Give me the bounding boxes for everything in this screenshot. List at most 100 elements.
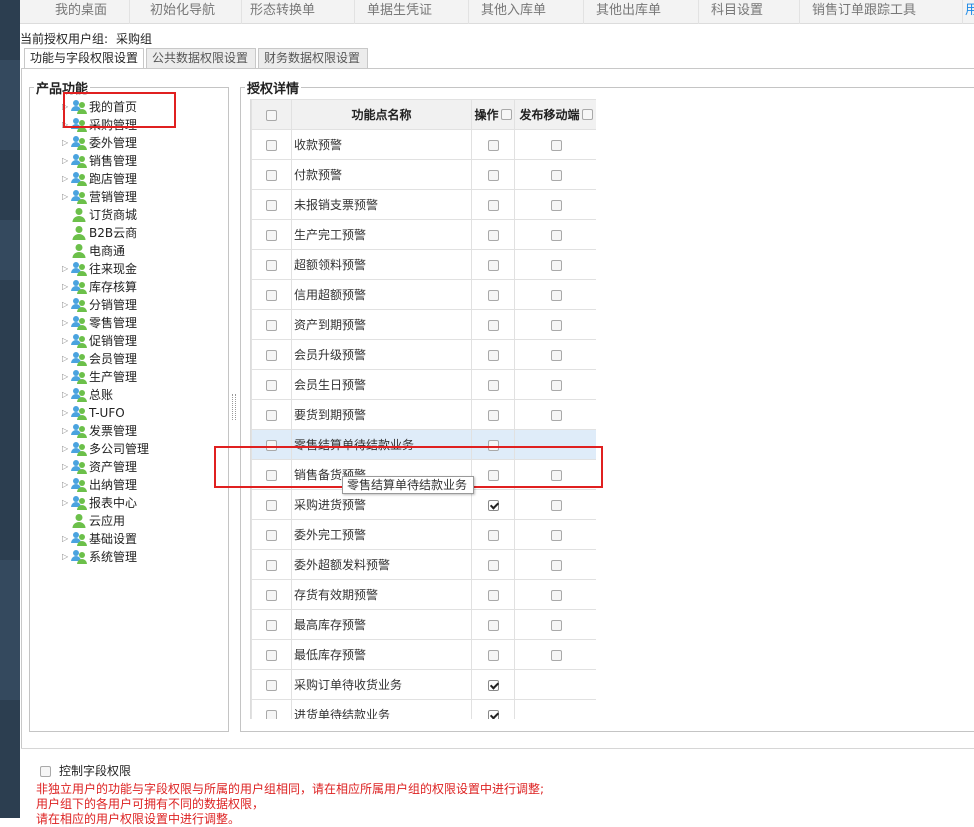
mobile-checkbox[interactable] — [550, 589, 562, 601]
permission-row[interactable]: 要货到期预警 — [251, 399, 596, 430]
op-checkbox[interactable] — [487, 379, 499, 391]
expand-arrow-icon[interactable]: ▷ — [62, 134, 68, 152]
row-select-checkbox[interactable] — [266, 229, 277, 241]
expand-arrow-icon[interactable]: ▷ — [62, 476, 68, 494]
permission-row[interactable]: 采购订单待收货业务 — [251, 669, 596, 700]
expand-arrow-icon[interactable]: ▷ — [62, 152, 68, 170]
expand-arrow-icon[interactable]: ▷ — [62, 368, 68, 386]
row-select-checkbox[interactable] — [266, 559, 277, 571]
op-checkbox[interactable] — [487, 289, 499, 301]
mobile-checkbox[interactable] — [550, 349, 562, 361]
mobile-all-checkbox[interactable] — [581, 109, 593, 120]
permission-row[interactable]: 会员生日预警 — [251, 369, 596, 400]
top-tab[interactable]: 其他入库单 — [469, 0, 584, 24]
expand-arrow-icon[interactable]: ▷ — [62, 386, 68, 404]
expand-arrow-icon[interactable]: ▷ — [62, 440, 68, 458]
mobile-checkbox[interactable] — [550, 259, 562, 271]
expand-arrow-icon[interactable]: ▷ — [62, 548, 68, 566]
row-select-checkbox[interactable] — [266, 319, 277, 331]
permission-row[interactable]: 收款预警 — [251, 129, 596, 160]
row-select-checkbox[interactable] — [266, 499, 277, 511]
mobile-checkbox[interactable] — [550, 229, 562, 241]
permission-row[interactable]: 生产完工预警 — [251, 219, 596, 250]
op-checkbox[interactable] — [487, 619, 499, 631]
control-field-checkbox[interactable] — [40, 766, 51, 777]
row-select-checkbox[interactable] — [266, 649, 277, 661]
top-tab[interactable]: 形态转换单 — [242, 0, 355, 24]
row-select-checkbox[interactable] — [266, 529, 277, 541]
op-all-checkbox[interactable] — [500, 109, 512, 120]
expand-arrow-icon[interactable]: ▷ — [62, 296, 68, 314]
top-tab[interactable]: 单据生凭证 — [355, 0, 469, 24]
mobile-checkbox[interactable] — [550, 199, 562, 211]
expand-arrow-icon[interactable]: ▷ — [62, 278, 68, 296]
op-checkbox[interactable] — [487, 709, 499, 719]
mobile-checkbox[interactable] — [550, 409, 562, 421]
op-checkbox[interactable] — [487, 499, 499, 511]
top-tab[interactable]: 初始化导航 — [130, 0, 242, 24]
permission-row[interactable]: 最高库存预警 — [251, 609, 596, 640]
expand-arrow-icon[interactable]: ▷ — [62, 530, 68, 548]
mobile-checkbox[interactable] — [550, 559, 562, 571]
permission-row[interactable]: 付款预警 — [251, 159, 596, 190]
permission-row[interactable]: 信用超额预警 — [251, 279, 596, 310]
select-all-checkbox[interactable] — [266, 109, 277, 121]
row-select-checkbox[interactable] — [266, 589, 277, 601]
control-field-permission[interactable]: 控制字段权限 — [40, 763, 131, 779]
row-select-checkbox[interactable] — [266, 199, 277, 211]
permission-row[interactable]: 存货有效期预警 — [251, 579, 596, 610]
row-select-checkbox[interactable] — [266, 619, 277, 631]
row-select-checkbox[interactable] — [266, 349, 277, 361]
row-select-checkbox[interactable] — [266, 709, 277, 719]
expand-arrow-icon[interactable]: ▷ — [62, 494, 68, 512]
op-checkbox[interactable] — [487, 319, 499, 331]
mobile-checkbox[interactable] — [550, 289, 562, 301]
expand-arrow-icon[interactable]: ▷ — [62, 422, 68, 440]
mobile-checkbox[interactable] — [550, 139, 562, 151]
expand-arrow-icon[interactable]: ▷ — [62, 404, 68, 422]
permission-row[interactable]: 资产到期预警 — [251, 309, 596, 340]
op-checkbox[interactable] — [487, 229, 499, 241]
permission-row[interactable]: 委外完工预警 — [251, 519, 596, 550]
permission-row[interactable]: 进货单待结款业务 — [251, 699, 596, 719]
op-checkbox[interactable] — [487, 529, 499, 541]
expand-arrow-icon[interactable]: ▷ — [62, 350, 68, 368]
panel-splitter[interactable] — [232, 394, 236, 420]
row-select-checkbox[interactable] — [266, 139, 277, 151]
op-checkbox[interactable] — [487, 589, 499, 601]
top-tab[interactable]: 其他出库单 — [584, 0, 699, 24]
row-select-checkbox[interactable] — [266, 679, 277, 691]
row-select-checkbox[interactable] — [266, 379, 277, 391]
op-checkbox[interactable] — [487, 259, 499, 271]
top-tab[interactable]: 我的桌面 — [20, 0, 130, 24]
expand-arrow-icon[interactable]: ▷ — [62, 170, 68, 188]
permission-row[interactable]: 委外超额发料预警 — [251, 549, 596, 580]
permission-row[interactable]: 会员升级预警 — [251, 339, 596, 370]
op-checkbox[interactable] — [487, 169, 499, 181]
permission-row[interactable]: 超额领料预警 — [251, 249, 596, 280]
row-select-checkbox[interactable] — [266, 259, 277, 271]
subtab-finance-data[interactable]: 财务数据权限设置 — [258, 48, 368, 69]
permission-row[interactable]: 采购进货预警 — [251, 489, 596, 520]
op-checkbox[interactable] — [487, 139, 499, 151]
mobile-checkbox[interactable] — [550, 619, 562, 631]
expand-arrow-icon[interactable]: ▷ — [62, 260, 68, 278]
permission-row[interactable]: 最低库存预警 — [251, 639, 596, 670]
top-tab-active[interactable]: 用 — [963, 0, 974, 24]
expand-arrow-icon[interactable]: ▷ — [62, 188, 68, 206]
row-select-checkbox[interactable] — [266, 409, 277, 421]
expand-arrow-icon[interactable]: ▷ — [62, 314, 68, 332]
top-tab[interactable]: 销售订单跟踪工具 — [800, 0, 963, 24]
permission-row[interactable]: 未报销支票预警 — [251, 189, 596, 220]
mobile-checkbox[interactable] — [550, 379, 562, 391]
mobile-checkbox[interactable] — [550, 319, 562, 331]
subtab-public-data[interactable]: 公共数据权限设置 — [146, 48, 256, 69]
mobile-checkbox[interactable] — [550, 529, 562, 541]
op-checkbox[interactable] — [487, 409, 499, 421]
op-checkbox[interactable] — [487, 199, 499, 211]
mobile-checkbox[interactable] — [550, 169, 562, 181]
mobile-checkbox[interactable] — [550, 499, 562, 511]
subtab-function-field[interactable]: 功能与字段权限设置 — [24, 48, 144, 69]
op-checkbox[interactable] — [487, 679, 499, 691]
op-checkbox[interactable] — [487, 559, 499, 571]
